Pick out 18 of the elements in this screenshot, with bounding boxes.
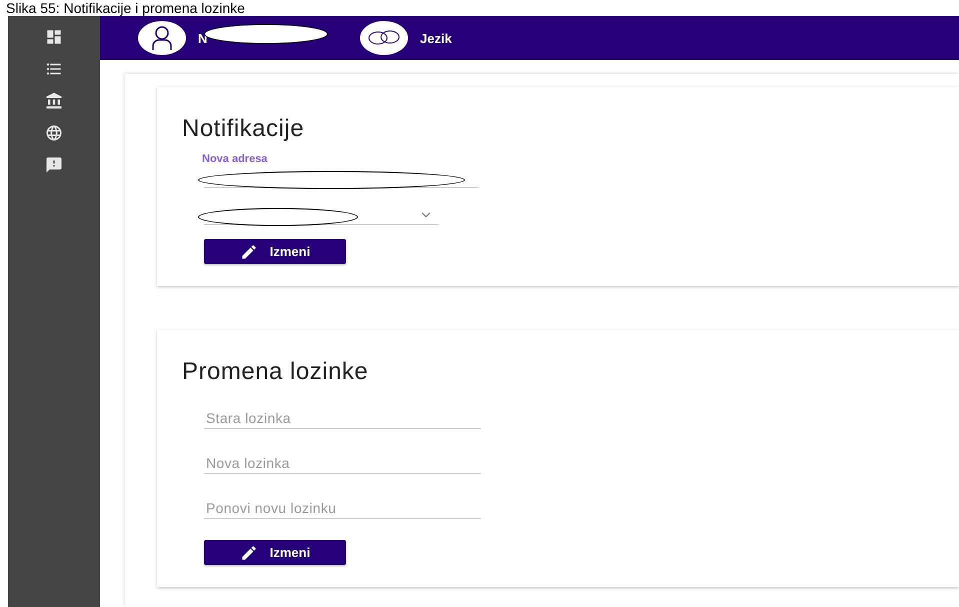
- globe-icon[interactable]: [45, 124, 63, 142]
- edit-button[interactable]: Izmeni: [204, 239, 346, 264]
- pencil-icon: [240, 544, 258, 562]
- bank-icon[interactable]: [45, 92, 63, 110]
- language-label[interactable]: Jezik: [420, 30, 452, 46]
- password-field[interactable]: Ponovi novu lozinku: [204, 500, 481, 519]
- section-title: Notifikacije: [182, 115, 306, 143]
- dashboard-icon[interactable]: [45, 28, 63, 46]
- feedback-icon[interactable]: [45, 156, 63, 174]
- field-label: Nova adresa: [202, 153, 268, 165]
- figure-caption: Slika 55: Notifikacije i promena lozinke: [5, 0, 246, 16]
- edit-button[interactable]: Izmeni: [204, 540, 346, 565]
- language-icon[interactable]: [360, 21, 408, 55]
- section-title: Promena lozinke: [182, 358, 370, 386]
- pencil-icon: [240, 242, 258, 260]
- password-field[interactable]: Nova lozinka: [204, 455, 481, 474]
- password-field[interactable]: Stara lozinka: [204, 410, 481, 429]
- user-avatar-icon[interactable]: [138, 21, 186, 55]
